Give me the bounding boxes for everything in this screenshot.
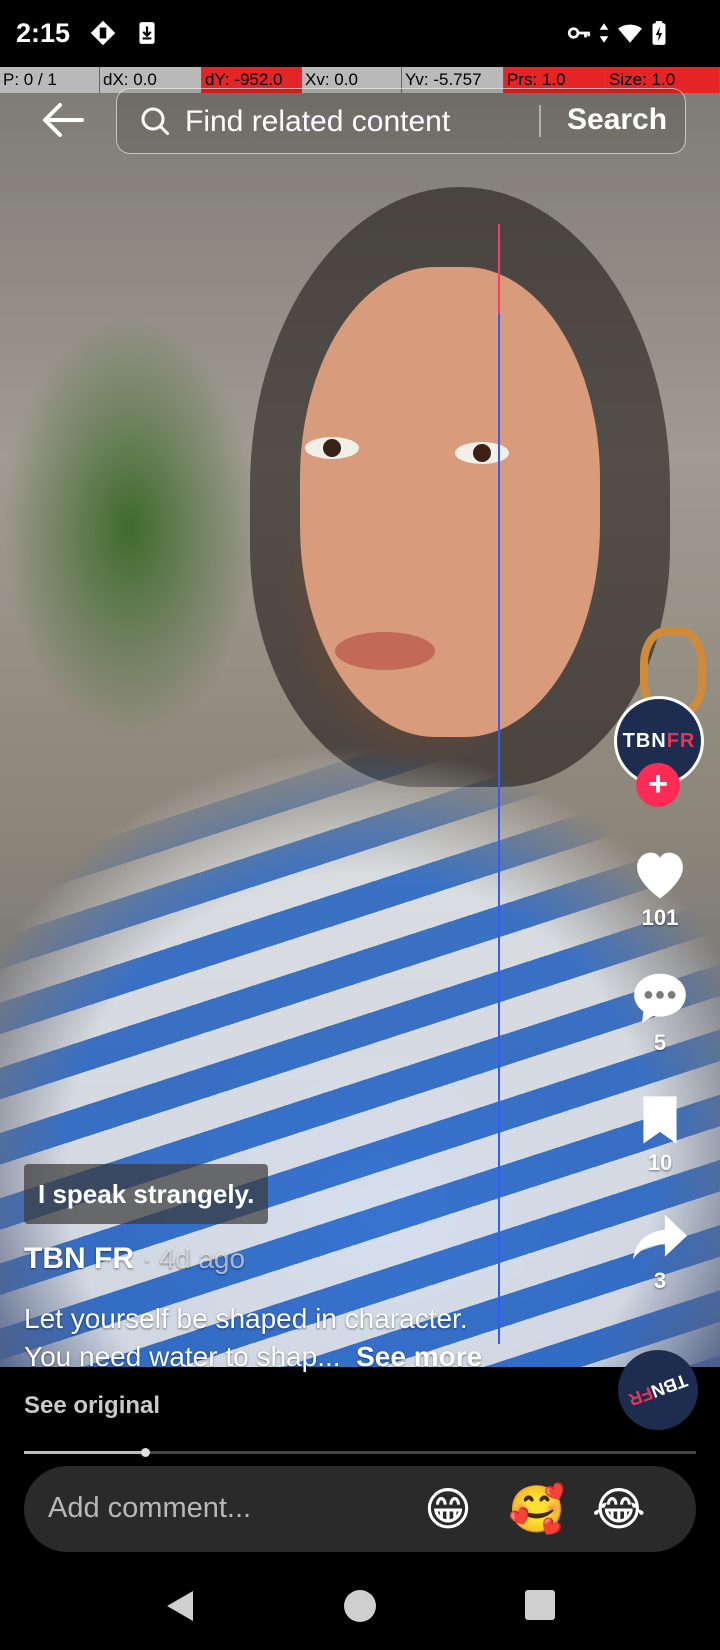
comment-bubble-icon — [634, 973, 686, 1023]
left-eye — [305, 437, 359, 459]
comment-count: 5 — [653, 1030, 667, 1055]
search-button[interactable]: Search — [567, 103, 667, 137]
search-icon — [141, 107, 169, 135]
home-nav-icon[interactable] — [342, 1588, 378, 1624]
wifi-icon — [618, 24, 642, 43]
grinning-emoji-button[interactable]: 😁 — [424, 1482, 472, 1536]
back-arrow-icon[interactable] — [40, 100, 86, 140]
screen-rotate-icon — [90, 20, 116, 46]
save-count: 10 — [647, 1150, 673, 1175]
person-face — [300, 267, 600, 737]
vpn-key-icon — [567, 27, 591, 39]
share-count: 3 — [653, 1268, 667, 1293]
right-eye — [455, 442, 509, 464]
laughing-emoji-button[interactable]: 😂 — [592, 1482, 646, 1536]
author-name[interactable]: TBN FR — [24, 1242, 134, 1275]
comment-input[interactable]: Add comment... — [48, 1492, 251, 1525]
like-button[interactable]: 101 — [620, 845, 700, 931]
description-line-2: You need water to shap... — [24, 1341, 341, 1372]
touch-trace-line — [498, 224, 500, 1344]
caption-badge: I speak strangely. — [24, 1164, 269, 1224]
search-input[interactable]: Find related content — [185, 105, 450, 139]
data-arrows-icon — [599, 23, 609, 43]
download-icon — [139, 22, 155, 44]
comment-bar[interactable]: Add comment... 😁 🥰 😂 — [24, 1466, 696, 1552]
description-line-1: Let yourself be shaped in character. — [24, 1303, 468, 1334]
mouth — [335, 632, 435, 670]
search-bar[interactable]: Find related content Search — [116, 88, 686, 154]
touch-trace-line-top — [498, 224, 500, 314]
search-divider — [539, 105, 541, 137]
system-nav-bar — [0, 1566, 720, 1650]
heart-icon — [637, 852, 683, 899]
heart-face-emoji-button[interactable]: 🥰 — [508, 1482, 565, 1536]
debug-cell: P: 0 / 1 — [0, 67, 100, 93]
save-button[interactable]: 10 — [620, 1094, 700, 1176]
author-line[interactable]: TBN FR · 4d ago — [24, 1242, 245, 1276]
recents-nav-icon[interactable] — [523, 1588, 557, 1622]
bookmark-icon — [643, 1096, 677, 1144]
video-progress-fill — [24, 1451, 145, 1454]
comments-button[interactable]: 5 — [620, 968, 700, 1056]
share-arrow-icon — [633, 1214, 687, 1260]
video-description: Let yourself be shaped in character. You… — [24, 1300, 584, 1376]
status-time: 2:15 — [16, 18, 71, 48]
post-age: · 4d ago — [142, 1243, 246, 1274]
music-disc[interactable]: TBNFR — [618, 1350, 698, 1430]
battery-charging-icon — [652, 21, 666, 45]
follow-plus-button[interactable]: + — [636, 763, 680, 807]
video-progress-knob[interactable] — [140, 1448, 150, 1457]
status-bar: 2:15 — [0, 0, 720, 67]
see-more-link[interactable]: See more — [356, 1341, 482, 1372]
back-nav-icon[interactable] — [163, 1588, 197, 1624]
video-progress-bar[interactable] — [24, 1448, 696, 1457]
see-original-link[interactable]: See original — [24, 1392, 160, 1420]
share-button[interactable]: 3 — [620, 1210, 700, 1294]
like-count: 101 — [641, 905, 679, 930]
